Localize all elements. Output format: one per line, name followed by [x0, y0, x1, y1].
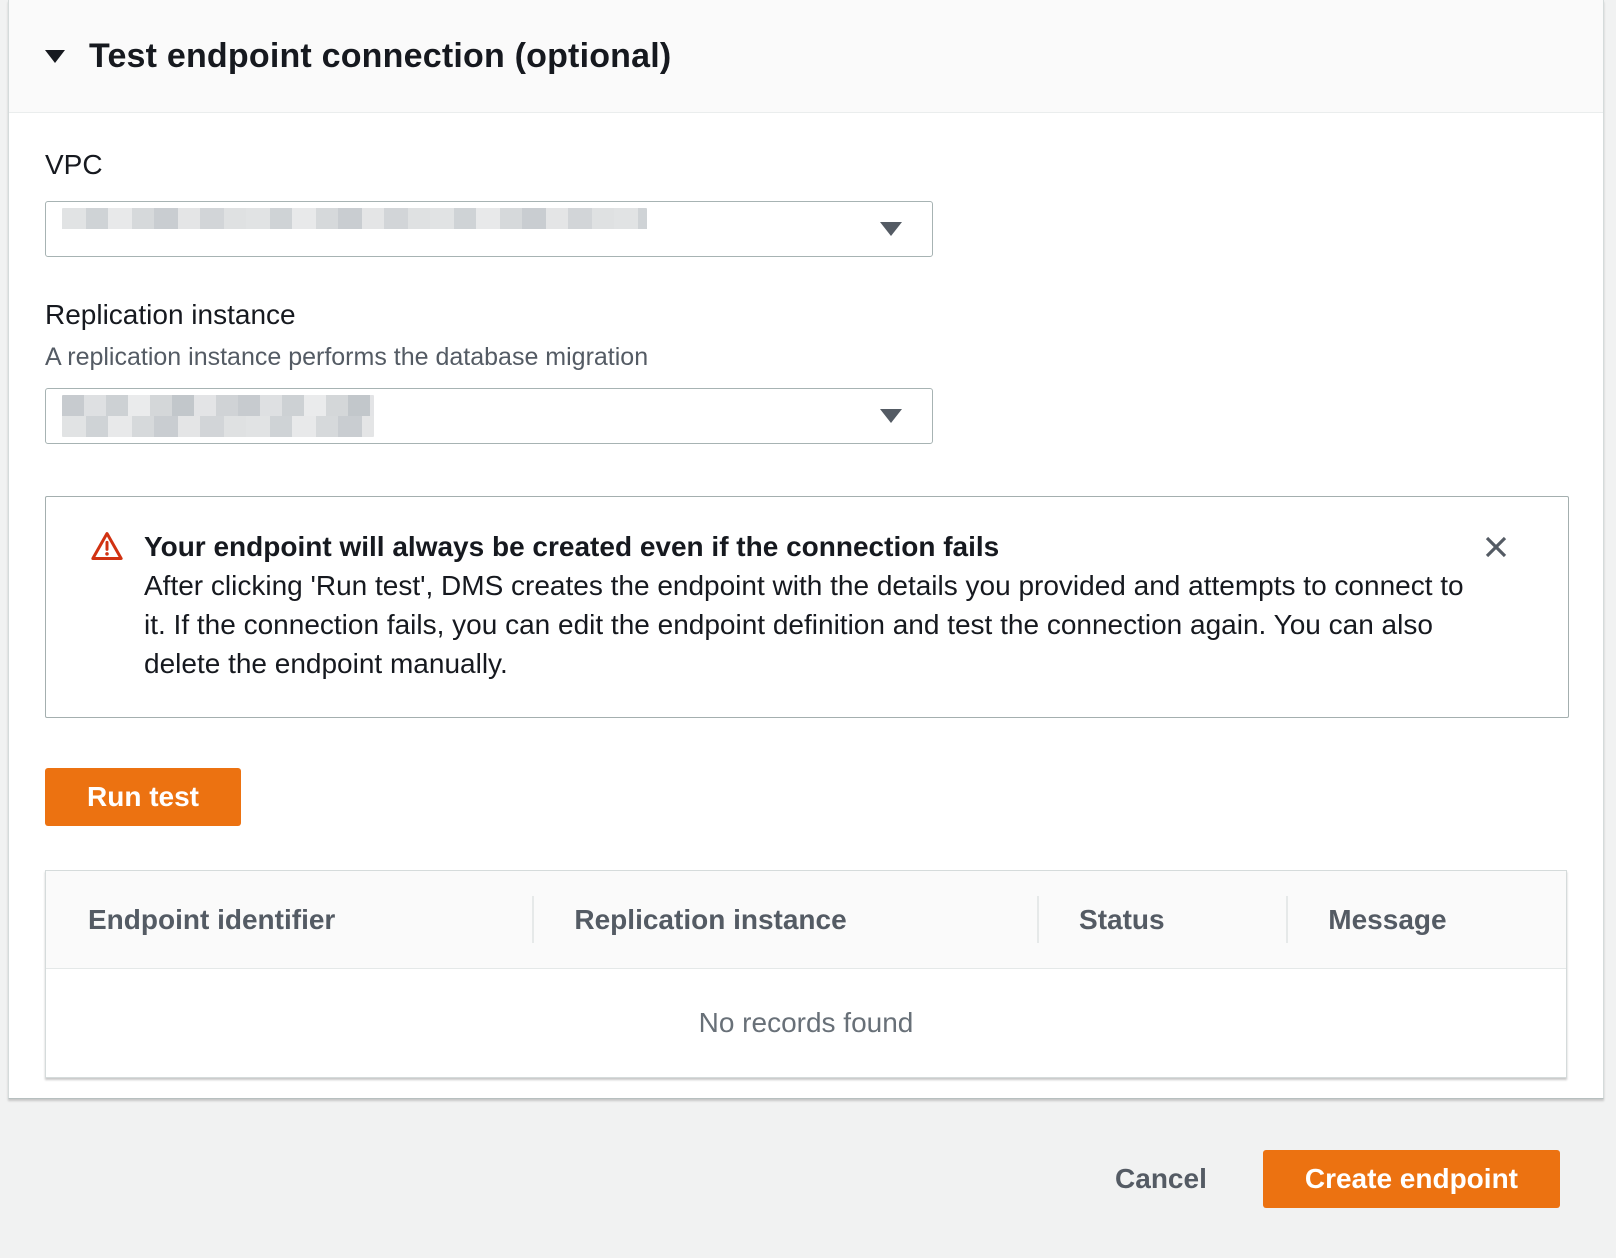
run-test-button[interactable]: Run test [45, 768, 241, 826]
column-header-replication-instance: Replication instance [532, 871, 1037, 968]
redacted-replication-instance-value [62, 395, 374, 437]
replication-instance-select[interactable] [45, 388, 933, 444]
footer-actions: Cancel Create endpoint [0, 1099, 1616, 1258]
chevron-down-icon [880, 409, 902, 423]
column-header-status: Status [1037, 871, 1286, 968]
collapse-triangle-icon [45, 50, 65, 63]
panel-body: VPC Replication instance A replication i… [9, 113, 1603, 1078]
create-endpoint-button[interactable]: Create endpoint [1263, 1150, 1560, 1208]
table-header-row: Endpoint identifier Replication instance… [46, 871, 1566, 969]
test-results-table: Endpoint identifier Replication instance… [45, 870, 1567, 1078]
vpc-select[interactable] [45, 201, 933, 257]
close-icon[interactable] [1474, 525, 1518, 569]
section-header-test-endpoint[interactable]: Test endpoint connection (optional) [9, 0, 1603, 113]
test-endpoint-panel: Test endpoint connection (optional) VPC … [8, 0, 1604, 1099]
vpc-label: VPC [45, 149, 1567, 181]
replication-instance-description: A replication instance performs the data… [45, 343, 1567, 372]
cancel-button[interactable]: Cancel [1115, 1163, 1207, 1195]
warning-body: After clicking 'Run test', DMS creates t… [144, 566, 1474, 683]
warning-triangle-icon [90, 530, 124, 683]
chevron-down-icon [880, 222, 902, 236]
column-header-message: Message [1286, 871, 1566, 968]
replication-instance-label: Replication instance [45, 299, 1567, 331]
empty-table-message: No records found [46, 969, 1566, 1077]
warning-text-block: Your endpoint will always be created eve… [144, 527, 1474, 683]
redacted-vpc-value [62, 208, 647, 250]
warning-title: Your endpoint will always be created eve… [144, 527, 1474, 566]
warning-alert: Your endpoint will always be created eve… [45, 496, 1569, 718]
page-title: Test endpoint connection (optional) [89, 37, 671, 76]
column-header-endpoint-identifier: Endpoint identifier [46, 871, 532, 968]
